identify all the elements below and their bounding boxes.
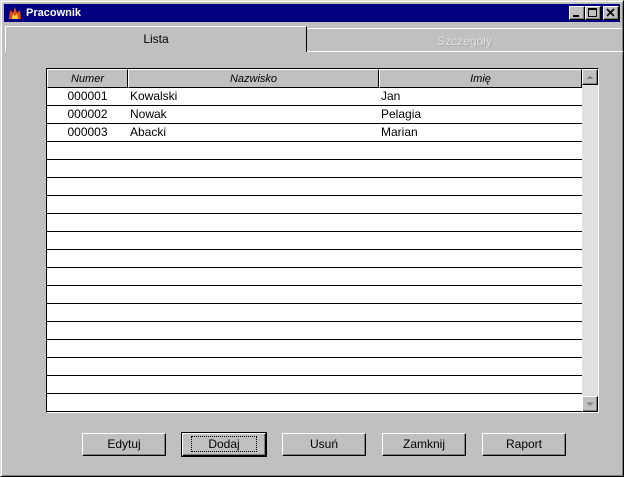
table-row[interactable] bbox=[47, 250, 582, 268]
table-row[interactable] bbox=[47, 178, 582, 196]
cell-imie: Jan bbox=[381, 89, 401, 103]
close-icon bbox=[606, 8, 615, 17]
table-row[interactable] bbox=[47, 196, 582, 214]
arrow-down-icon bbox=[586, 402, 594, 406]
employee-grid[interactable]: Numer Nazwisko Imię 000001 Kowalski Jan … bbox=[46, 68, 599, 413]
table-row[interactable] bbox=[47, 340, 582, 358]
table-row[interactable] bbox=[47, 376, 582, 394]
table-row[interactable] bbox=[47, 232, 582, 250]
close-button[interactable] bbox=[603, 6, 619, 20]
scroll-up-button[interactable] bbox=[582, 69, 598, 85]
table-row[interactable] bbox=[47, 214, 582, 232]
title-bar[interactable]: Pracownik bbox=[4, 4, 620, 22]
delete-button[interactable]: Usuń bbox=[282, 433, 366, 456]
cell-numer: 000003 bbox=[67, 125, 108, 139]
table-row[interactable]: 000003 Abacki Marian bbox=[47, 124, 582, 142]
tab-divider bbox=[307, 51, 623, 52]
grid-rows: 000001 Kowalski Jan 000002 Nowak Pelagia… bbox=[47, 88, 582, 412]
table-row[interactable] bbox=[47, 268, 582, 286]
vertical-scrollbar[interactable] bbox=[582, 69, 598, 412]
empty-rows bbox=[47, 142, 582, 412]
pracownik-window: Pracownik Lista Szczegóły Numer Nazwisko… bbox=[0, 0, 624, 477]
maximize-button[interactable] bbox=[585, 6, 601, 20]
edit-button[interactable]: Edytuj bbox=[82, 433, 166, 456]
report-button[interactable]: Raport bbox=[482, 433, 566, 456]
table-row[interactable] bbox=[47, 304, 582, 322]
table-row[interactable]: 000001 Kowalski Jan bbox=[47, 88, 582, 106]
close-form-button-label: Zamknij bbox=[402, 437, 445, 451]
edit-button-label: Edytuj bbox=[107, 437, 141, 451]
minimize-button[interactable] bbox=[569, 6, 585, 20]
arrow-up-icon bbox=[586, 75, 594, 79]
cell-nazwisko: Abacki bbox=[130, 125, 167, 139]
tab-szczegoly-label: Szczegóły bbox=[437, 34, 492, 48]
column-header-numer[interactable]: Numer bbox=[47, 69, 128, 88]
add-button-label: Dodaj bbox=[191, 436, 257, 452]
add-button[interactable]: Dodaj bbox=[181, 432, 267, 457]
table-row[interactable] bbox=[47, 286, 582, 304]
maximize-icon bbox=[588, 8, 597, 17]
grid-header: Numer Nazwisko Imię bbox=[47, 69, 582, 88]
table-row[interactable]: 000002 Nowak Pelagia bbox=[47, 106, 582, 124]
window-title: Pracownik bbox=[26, 7, 82, 19]
report-button-label: Raport bbox=[505, 437, 543, 451]
table-row[interactable] bbox=[47, 394, 582, 412]
scroll-down-button[interactable] bbox=[582, 396, 598, 412]
cell-numer: 000002 bbox=[67, 107, 108, 121]
column-header-nazwisko[interactable]: Nazwisko bbox=[128, 69, 379, 88]
delete-button-label: Usuń bbox=[309, 437, 338, 451]
cell-imie: Marian bbox=[381, 125, 418, 139]
cell-nazwisko: Kowalski bbox=[130, 89, 178, 103]
tab-lista[interactable]: Lista bbox=[5, 26, 307, 52]
flame-app-icon[interactable] bbox=[7, 5, 23, 21]
table-row[interactable] bbox=[47, 142, 582, 160]
table-row[interactable] bbox=[47, 160, 582, 178]
table-row[interactable] bbox=[47, 322, 582, 340]
cell-imie: Pelagia bbox=[381, 107, 422, 121]
table-row[interactable] bbox=[47, 358, 582, 376]
cell-nazwisko: Nowak bbox=[130, 107, 167, 121]
close-form-button[interactable]: Zamknij bbox=[382, 433, 466, 456]
tab-szczegoly[interactable]: Szczegóły bbox=[307, 28, 622, 52]
cell-numer: 000001 bbox=[67, 89, 108, 103]
minimize-icon bbox=[573, 15, 579, 17]
column-header-imie[interactable]: Imię bbox=[379, 69, 582, 88]
